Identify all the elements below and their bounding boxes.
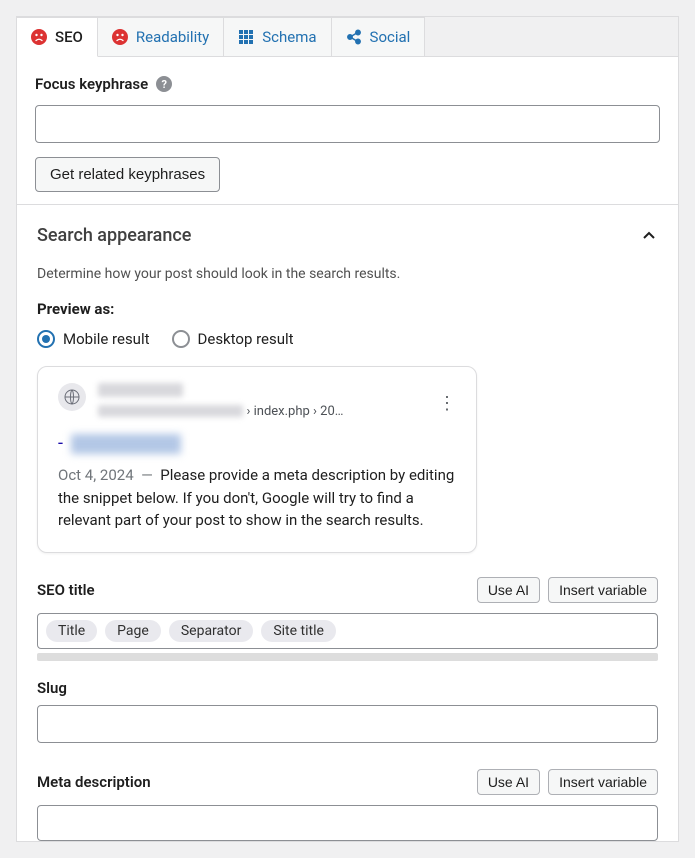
snippet-url-path: › index.php › 20…	[246, 404, 343, 419]
radio-icon	[37, 330, 55, 348]
focus-keyphrase-label: Focus keyphrase	[35, 75, 148, 93]
redacted-domain	[98, 405, 243, 417]
seo-title-progress	[37, 653, 658, 661]
seo-title-header: SEO title Use AI Insert variable	[17, 571, 678, 613]
seo-title-label: SEO title	[37, 581, 95, 599]
snippet-url-area: › index.php › 20…	[98, 383, 456, 419]
tab-seo[interactable]: SEO	[17, 17, 98, 57]
token-site-title[interactable]: Site title	[261, 620, 336, 642]
get-related-keyphrases-button[interactable]: Get related keyphrases	[35, 157, 220, 192]
tab-label: Schema	[262, 28, 316, 46]
use-ai-button[interactable]: Use AI	[477, 577, 540, 603]
snippet-title-dash: -	[58, 433, 63, 454]
meta-description-input[interactable]	[37, 805, 658, 841]
insert-variable-button[interactable]: Insert variable	[548, 577, 658, 603]
tab-readability[interactable]: Readability	[98, 17, 224, 56]
use-ai-button[interactable]: Use AI	[477, 769, 540, 795]
focus-keyphrase-section: Focus keyphrase ? Get related keyphrases	[17, 57, 678, 204]
snippet-title-row: -	[58, 433, 456, 454]
token-title[interactable]: Title	[46, 620, 97, 642]
yoast-metabox: SEO Readability Schema Social Focus keyp…	[16, 16, 679, 842]
seo-title-input[interactable]: Title Page Separator Site title	[37, 613, 658, 649]
meta-description-header: Meta description Use AI Insert variable	[17, 763, 678, 805]
globe-icon	[58, 383, 86, 411]
more-icon[interactable]: ⋮	[438, 393, 456, 414]
preview-as-label: Preview as:	[17, 300, 678, 330]
radio-desktop-result[interactable]: Desktop result	[172, 330, 294, 348]
grid-icon	[238, 29, 254, 45]
search-appearance-toggle[interactable]: Search appearance	[17, 205, 678, 266]
radio-mobile-result[interactable]: Mobile result	[37, 330, 150, 348]
preview-as-radiogroup: Mobile result Desktop result	[17, 330, 678, 366]
tab-label: Social	[370, 28, 411, 46]
focus-keyphrase-input[interactable]	[35, 105, 660, 143]
radio-label: Desktop result	[198, 330, 294, 348]
tab-label: SEO	[55, 28, 83, 46]
radio-label: Mobile result	[63, 330, 150, 348]
insert-variable-button[interactable]: Insert variable	[548, 769, 658, 795]
search-appearance-title: Search appearance	[37, 225, 191, 246]
tab-label: Readability	[136, 28, 209, 46]
snippet-preview[interactable]: › index.php › 20… ⋮ - Oct 4, 2024 — Plea…	[37, 366, 477, 553]
slug-input[interactable]	[37, 705, 658, 743]
radio-icon	[172, 330, 190, 348]
share-icon	[346, 29, 362, 45]
redacted-title	[71, 434, 181, 454]
token-page[interactable]: Page	[105, 620, 161, 642]
redacted-sitename	[98, 383, 183, 397]
tab-social[interactable]: Social	[332, 17, 426, 56]
slug-label: Slug	[17, 679, 678, 705]
chevron-up-icon	[640, 227, 658, 245]
meta-description-label: Meta description	[37, 773, 151, 791]
search-appearance-description: Determine how your post should look in t…	[17, 266, 678, 300]
snippet-description: Oct 4, 2024 — Please provide a meta desc…	[58, 464, 456, 532]
token-separator[interactable]: Separator	[169, 620, 253, 642]
snippet-date: Oct 4, 2024	[58, 466, 134, 484]
snippet-separator: —	[141, 466, 153, 484]
tab-strip: SEO Readability Schema Social	[17, 17, 678, 57]
help-icon[interactable]: ?	[156, 76, 172, 92]
tab-schema[interactable]: Schema	[224, 17, 331, 56]
sad-face-icon	[112, 29, 128, 45]
sad-face-icon	[31, 29, 47, 45]
